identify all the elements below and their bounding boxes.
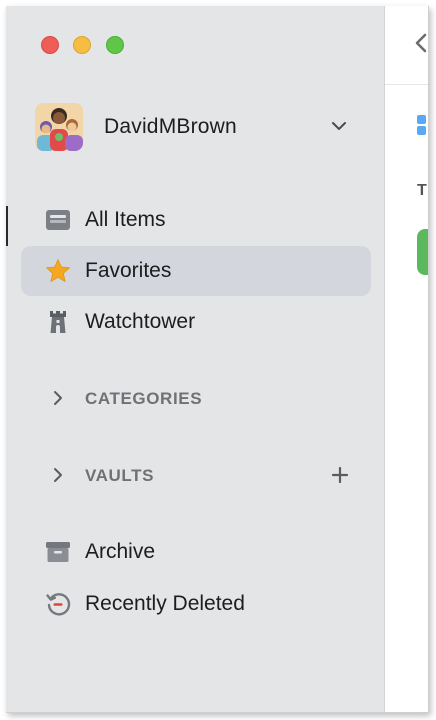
content-header [385,6,428,85]
back-arrow-icon[interactable] [413,32,428,54]
account-name: DavidMBrown [104,115,237,138]
sidebar-item-recently-deleted[interactable]: Recently Deleted [21,579,371,629]
account-avatar [35,103,83,151]
categories-section-label: CATEGORIES [85,389,203,408]
vaults-section-toggle[interactable]: VAULTS [21,455,371,495]
chevron-down-icon[interactable] [329,116,349,136]
watchtower-icon [45,309,71,335]
sidebar-item-favorites[interactable]: Favorites [21,246,371,296]
chevron-right-icon [51,389,65,407]
partial-heading: T [417,182,427,199]
star-icon [45,258,71,284]
close-window-button[interactable] [41,36,59,54]
grid-view-icon[interactable] [417,114,428,136]
archive-icon [45,539,71,565]
green-item-badge[interactable] [417,229,428,275]
sidebar-item-label: Recently Deleted [85,592,245,615]
sidebar-item-watchtower[interactable]: Watchtower [21,297,371,347]
recently-deleted-icon [45,591,71,617]
all-items-icon [45,207,71,233]
sidebar-item-label: All Items [85,208,166,231]
sidebar-item-label: Favorites [85,259,172,282]
sidebar-edge-mark [6,206,8,246]
sidebar-item-archive[interactable]: Archive [21,527,371,577]
content-pane: T [385,6,428,712]
sidebar: DavidMBrown All Items Favorites Watchtow… [6,6,385,712]
sidebar-item-label: Watchtower [85,310,196,333]
vaults-section-label: VAULTS [85,466,155,485]
add-vault-plus-icon[interactable] [329,464,351,486]
sidebar-item-label: Archive [85,540,156,563]
chevron-right-icon [51,466,65,484]
zoom-window-button[interactable] [106,36,124,54]
sidebar-item-all-items[interactable]: All Items [21,195,371,245]
app-window: DavidMBrown All Items Favorites Watchtow… [6,6,429,713]
minimize-window-button[interactable] [73,36,91,54]
categories-section-toggle[interactable]: CATEGORIES [21,378,371,418]
account-switcher[interactable]: DavidMBrown [32,102,352,152]
